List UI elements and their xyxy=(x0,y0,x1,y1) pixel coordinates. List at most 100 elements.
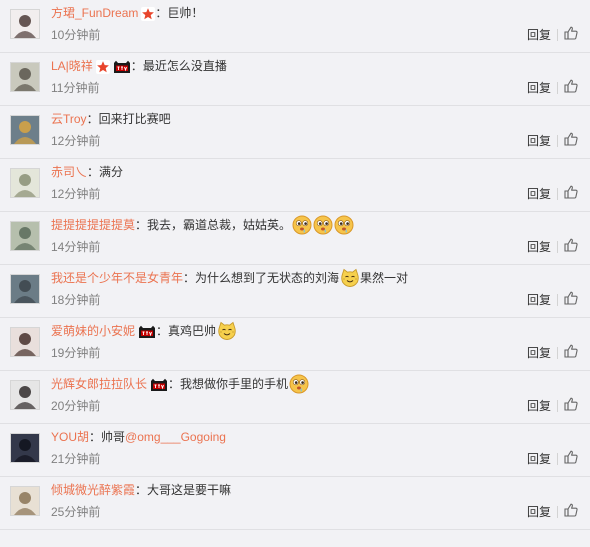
comment-line: YOU胡 ： 帅哥 @omg___Gogoing xyxy=(51,428,520,446)
tmall-vip-icon[interactable] xyxy=(138,325,156,339)
avatar[interactable] xyxy=(10,168,40,198)
comment-time: 12分钟前 xyxy=(51,134,101,148)
avatar[interactable] xyxy=(10,115,40,145)
action-divider xyxy=(557,81,558,94)
comment-item: 提提提提提提莫 ： 我去，霸道总裁，姑姑英。 14分钟前 回复 xyxy=(0,212,590,265)
username-link[interactable]: LA|晓祥 xyxy=(51,57,93,75)
like-button[interactable] xyxy=(564,291,578,308)
colon-separator: ： xyxy=(135,483,148,497)
avatar[interactable] xyxy=(10,62,40,92)
comment-actions: 回复 xyxy=(527,503,578,520)
like-button[interactable] xyxy=(564,503,578,520)
comment-time: 21分钟前 xyxy=(51,452,101,466)
comment-actions: 回复 xyxy=(527,344,578,361)
comment-line: 云Troy ： 回来打比赛吧 xyxy=(51,110,520,128)
reply-button[interactable]: 回复 xyxy=(527,451,551,467)
username-link[interactable]: 我还是个少年不是女青年 xyxy=(51,269,183,287)
like-button[interactable] xyxy=(564,238,578,255)
action-divider xyxy=(557,28,558,41)
action-divider xyxy=(557,293,558,306)
mention-link[interactable]: @omg___Gogoing xyxy=(125,428,226,446)
colon-separator: ： xyxy=(183,271,196,285)
comment-actions: 回复 xyxy=(527,79,578,96)
comment-line: 提提提提提提莫 ： 我去，霸道总裁，姑姑英。 xyxy=(51,215,520,235)
reply-button[interactable]: 回复 xyxy=(527,80,551,96)
reply-button[interactable]: 回复 xyxy=(527,239,551,255)
colon-separator: ： xyxy=(168,377,181,391)
username-link[interactable]: 提提提提提提莫 xyxy=(51,216,135,234)
thumbs-up-icon xyxy=(564,450,578,467)
like-button[interactable] xyxy=(564,344,578,361)
username-link[interactable]: 光辉女郎拉拉队长 xyxy=(51,375,147,393)
like-button[interactable] xyxy=(564,185,578,202)
reply-button[interactable]: 回复 xyxy=(527,133,551,149)
star-icon[interactable] xyxy=(141,6,156,21)
username-link[interactable]: 赤司乀 xyxy=(51,163,87,181)
comment-time: 25分钟前 xyxy=(51,505,101,519)
user-badges xyxy=(147,375,168,393)
comment-line: 我还是个少年不是女青年 ： 为什么想到了无状态的刘海 果然一对 xyxy=(51,268,520,288)
reply-button[interactable]: 回复 xyxy=(527,504,551,520)
username-link[interactable]: 方珺_FunDream xyxy=(51,4,138,22)
drool-face-icon xyxy=(289,374,309,394)
avatar[interactable] xyxy=(10,327,40,357)
tmall-vip-icon[interactable] xyxy=(113,60,131,74)
colon-separator: ： xyxy=(86,112,99,126)
username-link[interactable]: 爱萌妹的小安妮 xyxy=(51,322,135,340)
user-badges xyxy=(138,4,156,22)
like-button[interactable] xyxy=(564,450,578,467)
comment-text: 回来打比赛吧 xyxy=(98,112,171,126)
avatar[interactable] xyxy=(10,380,40,410)
drool-face-icon xyxy=(292,215,312,235)
comment-actions: 回复 xyxy=(527,397,578,414)
like-button[interactable] xyxy=(564,397,578,414)
reply-button[interactable]: 回复 xyxy=(527,27,551,43)
reply-button[interactable]: 回复 xyxy=(527,186,551,202)
comment-time: 12分钟前 xyxy=(51,187,101,201)
like-button[interactable] xyxy=(564,132,578,149)
user-badges xyxy=(93,57,131,75)
reply-button[interactable]: 回复 xyxy=(527,292,551,308)
star-icon[interactable] xyxy=(95,59,110,74)
thumbs-up-icon xyxy=(564,79,578,96)
username-link[interactable]: 倾城微光醉紫霞 xyxy=(51,481,135,499)
cat-face-icon xyxy=(340,268,360,288)
colon-separator: ： xyxy=(130,59,143,73)
avatar[interactable] xyxy=(10,433,40,463)
comment-line: LA|晓祥 ： 最近怎么没直播 xyxy=(51,57,520,75)
colon-separator: ： xyxy=(135,218,148,232)
avatar[interactable] xyxy=(10,486,40,516)
thumbs-up-icon xyxy=(564,503,578,520)
comment-text: 最近怎么没直播 xyxy=(142,59,227,73)
comment-text: 满分 xyxy=(99,165,124,179)
tmall-vip-icon[interactable] xyxy=(150,378,168,392)
comment-text: 为什么想到了无状态的刘海 xyxy=(195,271,340,285)
comment-item: 赤司乀 ： 满分 12分钟前 回复 xyxy=(0,159,590,212)
username-link[interactable]: YOU胡 xyxy=(51,428,89,446)
thumbs-up-icon xyxy=(564,238,578,255)
comment-actions: 回复 xyxy=(527,450,578,467)
action-divider xyxy=(557,346,558,359)
username-link[interactable]: 云Troy xyxy=(51,110,87,128)
like-button[interactable] xyxy=(564,26,578,43)
comment-time: 20分钟前 xyxy=(51,399,101,413)
thumbs-up-icon xyxy=(564,344,578,361)
avatar[interactable] xyxy=(10,221,40,251)
cat-face-icon xyxy=(217,321,237,341)
reply-button[interactable]: 回复 xyxy=(527,398,551,414)
avatar[interactable] xyxy=(10,9,40,39)
like-button[interactable] xyxy=(564,79,578,96)
comment-actions: 回复 xyxy=(527,132,578,149)
avatar[interactable] xyxy=(10,274,40,304)
comment-time: 14分钟前 xyxy=(51,240,101,254)
comment-item: YOU胡 ： 帅哥 @omg___Gogoing 21分钟前 回复 xyxy=(0,424,590,477)
comment-time: 10分钟前 xyxy=(51,28,101,42)
thumbs-up-icon xyxy=(564,132,578,149)
action-divider xyxy=(557,505,558,518)
comment-item: 云Troy ： 回来打比赛吧 12分钟前 回复 xyxy=(0,106,590,159)
drool-face-icon xyxy=(313,215,333,235)
reply-button[interactable]: 回复 xyxy=(527,345,551,361)
comment-text: 大哥这是要干嘛 xyxy=(147,483,232,497)
colon-separator: ： xyxy=(89,430,102,444)
comment-item: 方珺_FunDream ： 巨帅！ 10分钟前 回复 xyxy=(0,0,590,53)
